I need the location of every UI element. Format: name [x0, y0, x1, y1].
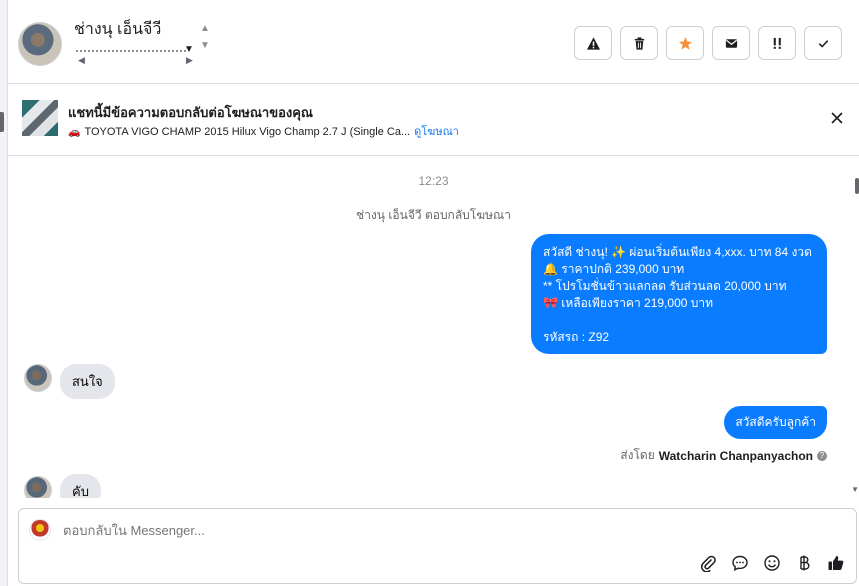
check-icon	[818, 39, 828, 48]
message-thread[interactable]: 12:23 ช่างนุ เอ็นจีวี ตอบกลับโฆษณา สวัสด…	[8, 156, 859, 498]
outgoing-message-bubble[interactable]: สวัสดี ช่างนุ! ✨ ผ่อนเริ่มต้นเพียง 4,xxx…	[531, 234, 827, 354]
message-line: 🔔 ราคาปกติ 239,000 บาท	[543, 262, 685, 276]
info-icon[interactable]: ?	[817, 450, 827, 461]
header-actions	[574, 26, 842, 60]
scroll-left-icon[interactable]: ◀	[78, 55, 85, 66]
left-divider	[0, 0, 8, 586]
mark-unread-button[interactable]	[712, 26, 750, 60]
message-line: สวัสดี ช่างนุ! ✨ ผ่อนเริ่มต้นเพียง 4,xxx…	[543, 245, 812, 259]
mark-done-button[interactable]	[804, 26, 842, 60]
ad-description: 🚗 TOYOTA VIGO CHAMP 2015 Hilux Vigo Champ…	[68, 122, 459, 140]
conversation-header: ช่างนุ เอ็นจีวี ▼ ◀ ▶ ▲ ▼	[8, 0, 859, 84]
message-timestamp: 12:23	[418, 174, 449, 188]
report-spam-button[interactable]	[574, 26, 612, 60]
chat-bubble-icon	[732, 555, 748, 572]
follow-up-button[interactable]	[758, 26, 796, 60]
scroll-down-icon[interactable]: ▼	[198, 37, 212, 54]
ad-text: TOYOTA VIGO CHAMP 2015 Hilux Vigo Champ …	[84, 126, 411, 138]
message-line: ** โปรโมชั่นข้าวแลกลด รับส่วนลด 20,000 บ…	[543, 279, 787, 293]
contact-avatar[interactable]	[18, 22, 62, 66]
trash-icon	[634, 36, 644, 50]
view-ad-link[interactable]: ดูโฆษณา	[414, 126, 459, 138]
like-button[interactable]	[826, 553, 846, 573]
status-text-truncated	[76, 46, 186, 52]
car-icon: 🚗	[68, 127, 81, 138]
sent-by-prefix: ส่งโดย	[620, 448, 655, 462]
sender-avatar[interactable]	[24, 476, 52, 498]
banner-title: แชทนี้มีข้อความตอบกลับต่อโฆษณาของคุณ	[68, 105, 313, 120]
smiley-icon	[764, 555, 780, 571]
composer-tools	[698, 553, 846, 573]
scroll-up-icon[interactable]: ▲	[198, 20, 212, 37]
saved-replies-button[interactable]	[730, 553, 750, 573]
scroll-right-icon[interactable]: ▶	[186, 55, 193, 66]
star-icon	[678, 36, 692, 50]
dropdown-caret-icon[interactable]: ▼	[184, 44, 194, 55]
ad-reply-banner: แชทนี้มีข้อความตอบกลับต่อโฆษณาของคุณ 🚗 TO…	[8, 84, 859, 156]
reply-composer	[18, 508, 857, 584]
contact-name[interactable]: ช่างนุ เอ็นจีวี	[74, 17, 161, 42]
paperclip-icon	[701, 555, 716, 572]
divider-handle[interactable]	[0, 112, 4, 132]
attach-button[interactable]	[698, 553, 718, 573]
system-note: ช่างนุ เอ็นจีวี ตอบกลับโฆษณา	[356, 208, 511, 222]
incoming-message-bubble[interactable]: สนใจ	[60, 364, 115, 399]
message-line: 🎀 เหลือเพียงราคา 219,000 บาท	[543, 296, 714, 310]
star-button[interactable]	[666, 26, 704, 60]
close-icon[interactable]	[829, 110, 845, 126]
payment-button[interactable]	[794, 553, 814, 573]
thread-scrollbar[interactable]: ▼	[851, 160, 859, 496]
emoji-button[interactable]	[762, 553, 782, 573]
warning-icon	[586, 36, 600, 50]
baht-icon	[800, 555, 810, 571]
header-scroll-arrows[interactable]: ▲ ▼	[198, 20, 212, 54]
envelope-icon	[725, 38, 737, 48]
page-avatar	[29, 519, 51, 541]
sender-avatar[interactable]	[24, 364, 52, 392]
scroll-down-icon[interactable]: ▼	[851, 485, 859, 494]
sent-by-label: ส่งโดย Watcharin Chanpanyachon ?	[620, 446, 827, 465]
sent-by-name: Watcharin Chanpanyachon	[658, 448, 813, 463]
reply-input[interactable]	[63, 523, 663, 538]
inbox-conversation-panel: ช่างนุ เอ็นจีวี ▼ ◀ ▶ ▲ ▼ แชทนี้มีข้อควา…	[0, 0, 859, 586]
scrollbar-thumb[interactable]	[855, 178, 859, 194]
message-line: รหัสรถ : Z92	[543, 330, 610, 344]
incoming-message-bubble[interactable]: คับ	[60, 474, 101, 498]
priority-icon	[773, 37, 781, 49]
contact-status-select[interactable]: ▼ ◀ ▶	[74, 42, 206, 66]
ad-thumbnail[interactable]	[22, 100, 58, 136]
thumbs-up-icon	[828, 556, 844, 570]
outgoing-message-bubble[interactable]: สวัสดีครับลูกค้า	[724, 406, 827, 439]
delete-button[interactable]	[620, 26, 658, 60]
